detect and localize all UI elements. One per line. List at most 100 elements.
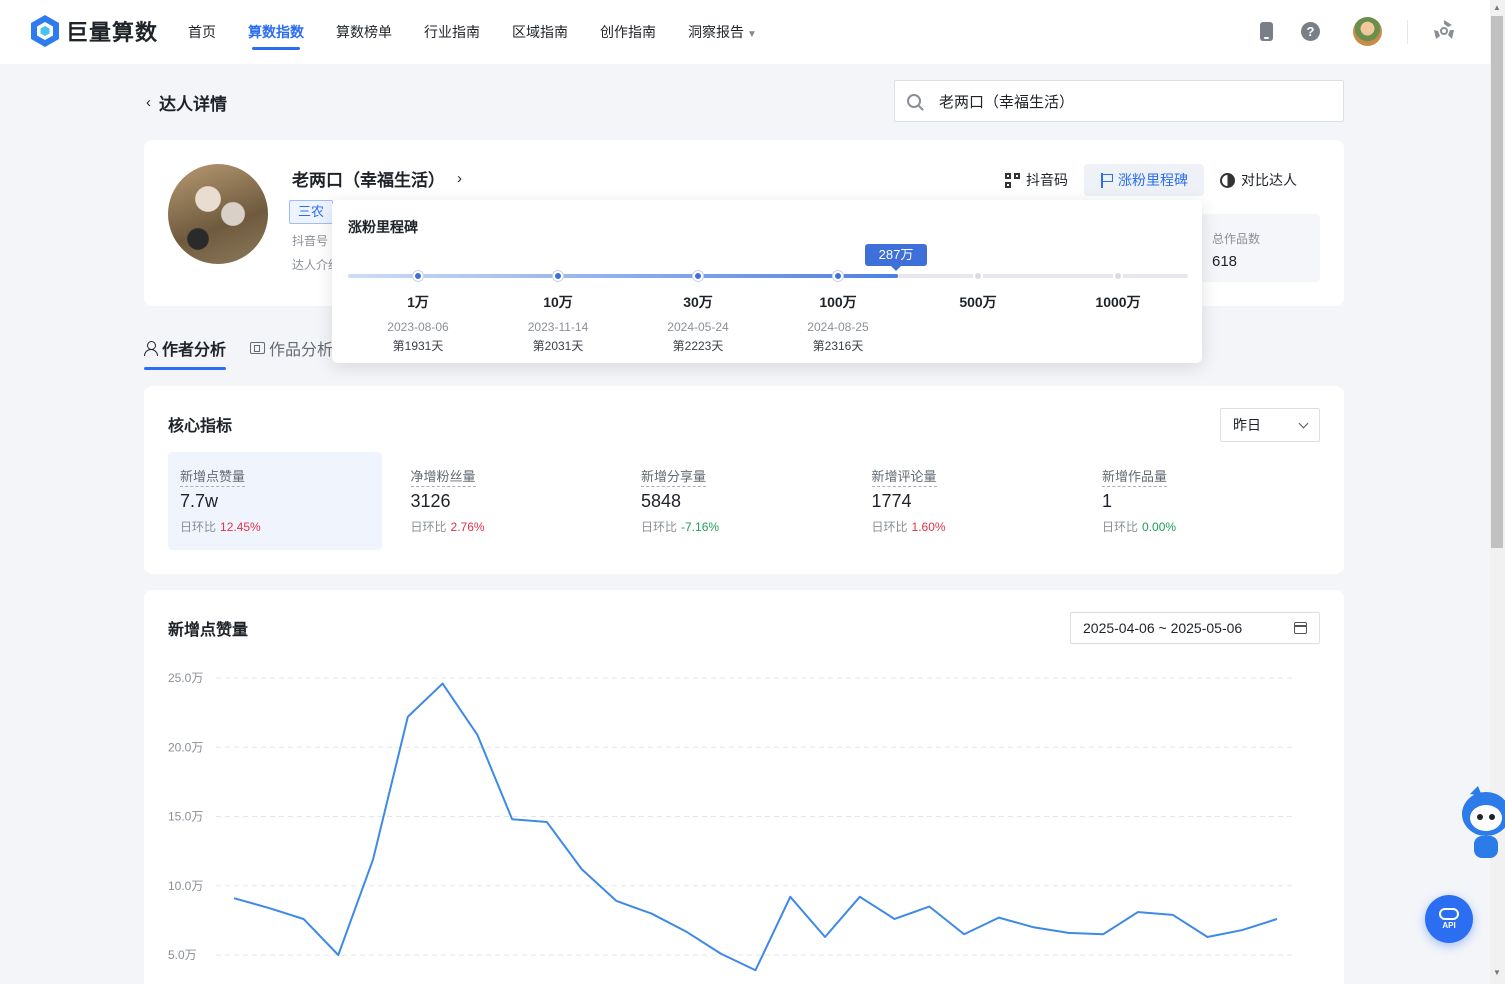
nav-label: 行业指南 xyxy=(424,24,480,40)
scroll-down-arrow-icon[interactable]: ▼ xyxy=(1493,968,1501,977)
y-tick-label: 15.0万 xyxy=(168,810,203,824)
change-label: 日环比 xyxy=(871,520,908,534)
creator-name-link[interactable]: 老两口（幸福生活） › xyxy=(292,166,462,191)
tab-author-analysis[interactable]: 作者分析 xyxy=(144,326,227,370)
milestone-day: 第1931天 xyxy=(392,339,444,353)
scroll-up-arrow-icon[interactable]: ▲ xyxy=(1493,3,1501,12)
search-box[interactable] xyxy=(894,80,1344,122)
metric-change: 日环比 12.45% xyxy=(180,518,370,535)
nav-item-creation[interactable]: 创作指南 xyxy=(600,0,656,64)
milestone-date: 2024-05-24 xyxy=(667,320,729,334)
action-label: 涨粉里程碑 xyxy=(1118,172,1188,188)
data-point[interactable] xyxy=(819,931,831,943)
scrollbar-thumb[interactable] xyxy=(1491,16,1503,548)
film-icon xyxy=(250,342,266,354)
data-point[interactable] xyxy=(541,816,553,828)
y-tick-label: 25.0万 xyxy=(168,671,203,685)
top-nav: 巨量算数 首页 算数指数 算数榜单 行业指南 区域指南 创作指南 洞察报告 ▼ ? xyxy=(0,0,1490,64)
nav-label: 算数指数 xyxy=(248,24,304,40)
stat-label: 总作品数 xyxy=(1212,232,1261,246)
data-point[interactable] xyxy=(263,902,275,914)
nav-item-index[interactable]: 算数指数 xyxy=(248,0,304,64)
tab-works-analysis[interactable]: 作品分析 xyxy=(250,326,333,370)
change-value: 0.00% xyxy=(1142,520,1177,534)
milestone-value: 1000万 xyxy=(1095,294,1141,310)
compare-creator-button[interactable]: 对比达人 xyxy=(1204,164,1313,196)
metric-change: 日环比 -7.16% xyxy=(641,518,831,535)
brand-name: 巨量算数 xyxy=(66,20,159,45)
data-point[interactable] xyxy=(471,729,483,741)
user-avatar[interactable] xyxy=(1353,17,1382,46)
nav-item-rankings[interactable]: 算数榜单 xyxy=(336,0,392,64)
metric-label: 新增评论量 xyxy=(871,466,937,487)
metric-change: 日环比 0.00% xyxy=(1102,518,1292,535)
data-point[interactable] xyxy=(1028,921,1040,933)
divider xyxy=(1407,20,1408,44)
main-nav: 首页 算数指数 算数榜单 行业指南 区域指南 创作指南 洞察报告 ▼ xyxy=(188,0,789,64)
compare-icon xyxy=(1220,172,1235,188)
search-icon xyxy=(907,94,921,108)
data-point[interactable] xyxy=(854,891,866,903)
data-point[interactable] xyxy=(298,913,310,925)
data-point[interactable] xyxy=(1236,924,1248,936)
nav-label: 区域指南 xyxy=(512,24,568,40)
tab-label: 作者分析 xyxy=(162,342,227,359)
nav-item-industry[interactable]: 行业指南 xyxy=(424,0,480,64)
data-point[interactable] xyxy=(402,711,414,723)
change-value: 12.45% xyxy=(220,520,261,534)
nav-item-reports[interactable]: 洞察报告 ▼ xyxy=(688,0,757,64)
data-point[interactable] xyxy=(680,925,692,937)
data-point[interactable] xyxy=(332,949,344,961)
data-point[interactable] xyxy=(993,912,1005,924)
data-point[interactable] xyxy=(1097,928,1109,940)
brand-logo[interactable]: 巨量算数 xyxy=(30,14,158,48)
metric-card[interactable]: 新增点赞量 7.7w 日环比 12.45% xyxy=(168,452,382,550)
data-point[interactable] xyxy=(1132,906,1144,918)
milestone-item: 10万 2023-11-14 第2031天 xyxy=(498,292,618,354)
data-point[interactable] xyxy=(715,948,727,960)
data-point[interactable] xyxy=(784,891,796,903)
metric-card[interactable]: 新增分享量 5848 日环比 -7.16% xyxy=(629,452,843,550)
data-point[interactable] xyxy=(576,863,588,875)
change-label: 日环比 xyxy=(1102,520,1139,534)
data-point[interactable] xyxy=(367,853,379,865)
data-point[interactable] xyxy=(889,913,901,925)
mascot-icon[interactable] xyxy=(1460,784,1505,864)
douyin-id-label: 抖音号 xyxy=(292,234,329,248)
data-point[interactable] xyxy=(958,928,970,940)
data-point[interactable] xyxy=(645,907,657,919)
profile-actions: 抖音码 涨粉里程碑 对比达人 xyxy=(989,164,1313,196)
data-point[interactable] xyxy=(610,895,622,907)
help-icon[interactable]: ? xyxy=(1301,22,1320,41)
api-button[interactable]: API xyxy=(1425,895,1473,943)
data-point[interactable] xyxy=(228,892,240,904)
data-point[interactable] xyxy=(1167,909,1179,921)
back-button[interactable]: ‹ 达人详情 xyxy=(146,90,227,115)
metric-value: 1 xyxy=(1102,491,1113,511)
nav-item-home[interactable]: 首页 xyxy=(188,0,216,64)
milestone-date: 2023-08-06 xyxy=(387,320,449,334)
milestone-date: 2023-11-14 xyxy=(527,320,589,334)
data-point[interactable] xyxy=(1201,931,1213,943)
metric-card[interactable]: 净增粉丝量 3126 日环比 2.76% xyxy=(399,452,613,550)
popover-title: 涨粉里程碑 xyxy=(348,219,418,235)
data-point[interactable] xyxy=(437,678,449,690)
metric-card[interactable]: 新增作品量 1 日环比 0.00% xyxy=(1090,452,1304,550)
data-point[interactable] xyxy=(506,813,518,825)
search-input[interactable] xyxy=(939,92,1319,110)
douyin-code-button[interactable]: 抖音码 xyxy=(989,164,1084,196)
data-point[interactable] xyxy=(923,901,935,913)
total-works-stat: 总作品数 618 xyxy=(1200,214,1320,282)
data-point[interactable] xyxy=(750,964,762,976)
phone-icon[interactable] xyxy=(1260,22,1273,41)
data-point[interactable] xyxy=(1062,927,1074,939)
creator-avatar xyxy=(168,164,268,264)
period-select[interactable]: 昨日 xyxy=(1220,408,1320,442)
nav-label: 洞察报告 xyxy=(688,24,744,40)
data-point[interactable] xyxy=(1271,913,1283,925)
app-switch-icon[interactable] xyxy=(1432,18,1456,42)
milestone-value: 1万 xyxy=(407,294,429,310)
metric-card[interactable]: 新增评论量 1774 日环比 1.60% xyxy=(860,452,1074,550)
nav-item-region[interactable]: 区域指南 xyxy=(512,0,568,64)
fan-milestone-button[interactable]: 涨粉里程碑 xyxy=(1084,164,1204,196)
